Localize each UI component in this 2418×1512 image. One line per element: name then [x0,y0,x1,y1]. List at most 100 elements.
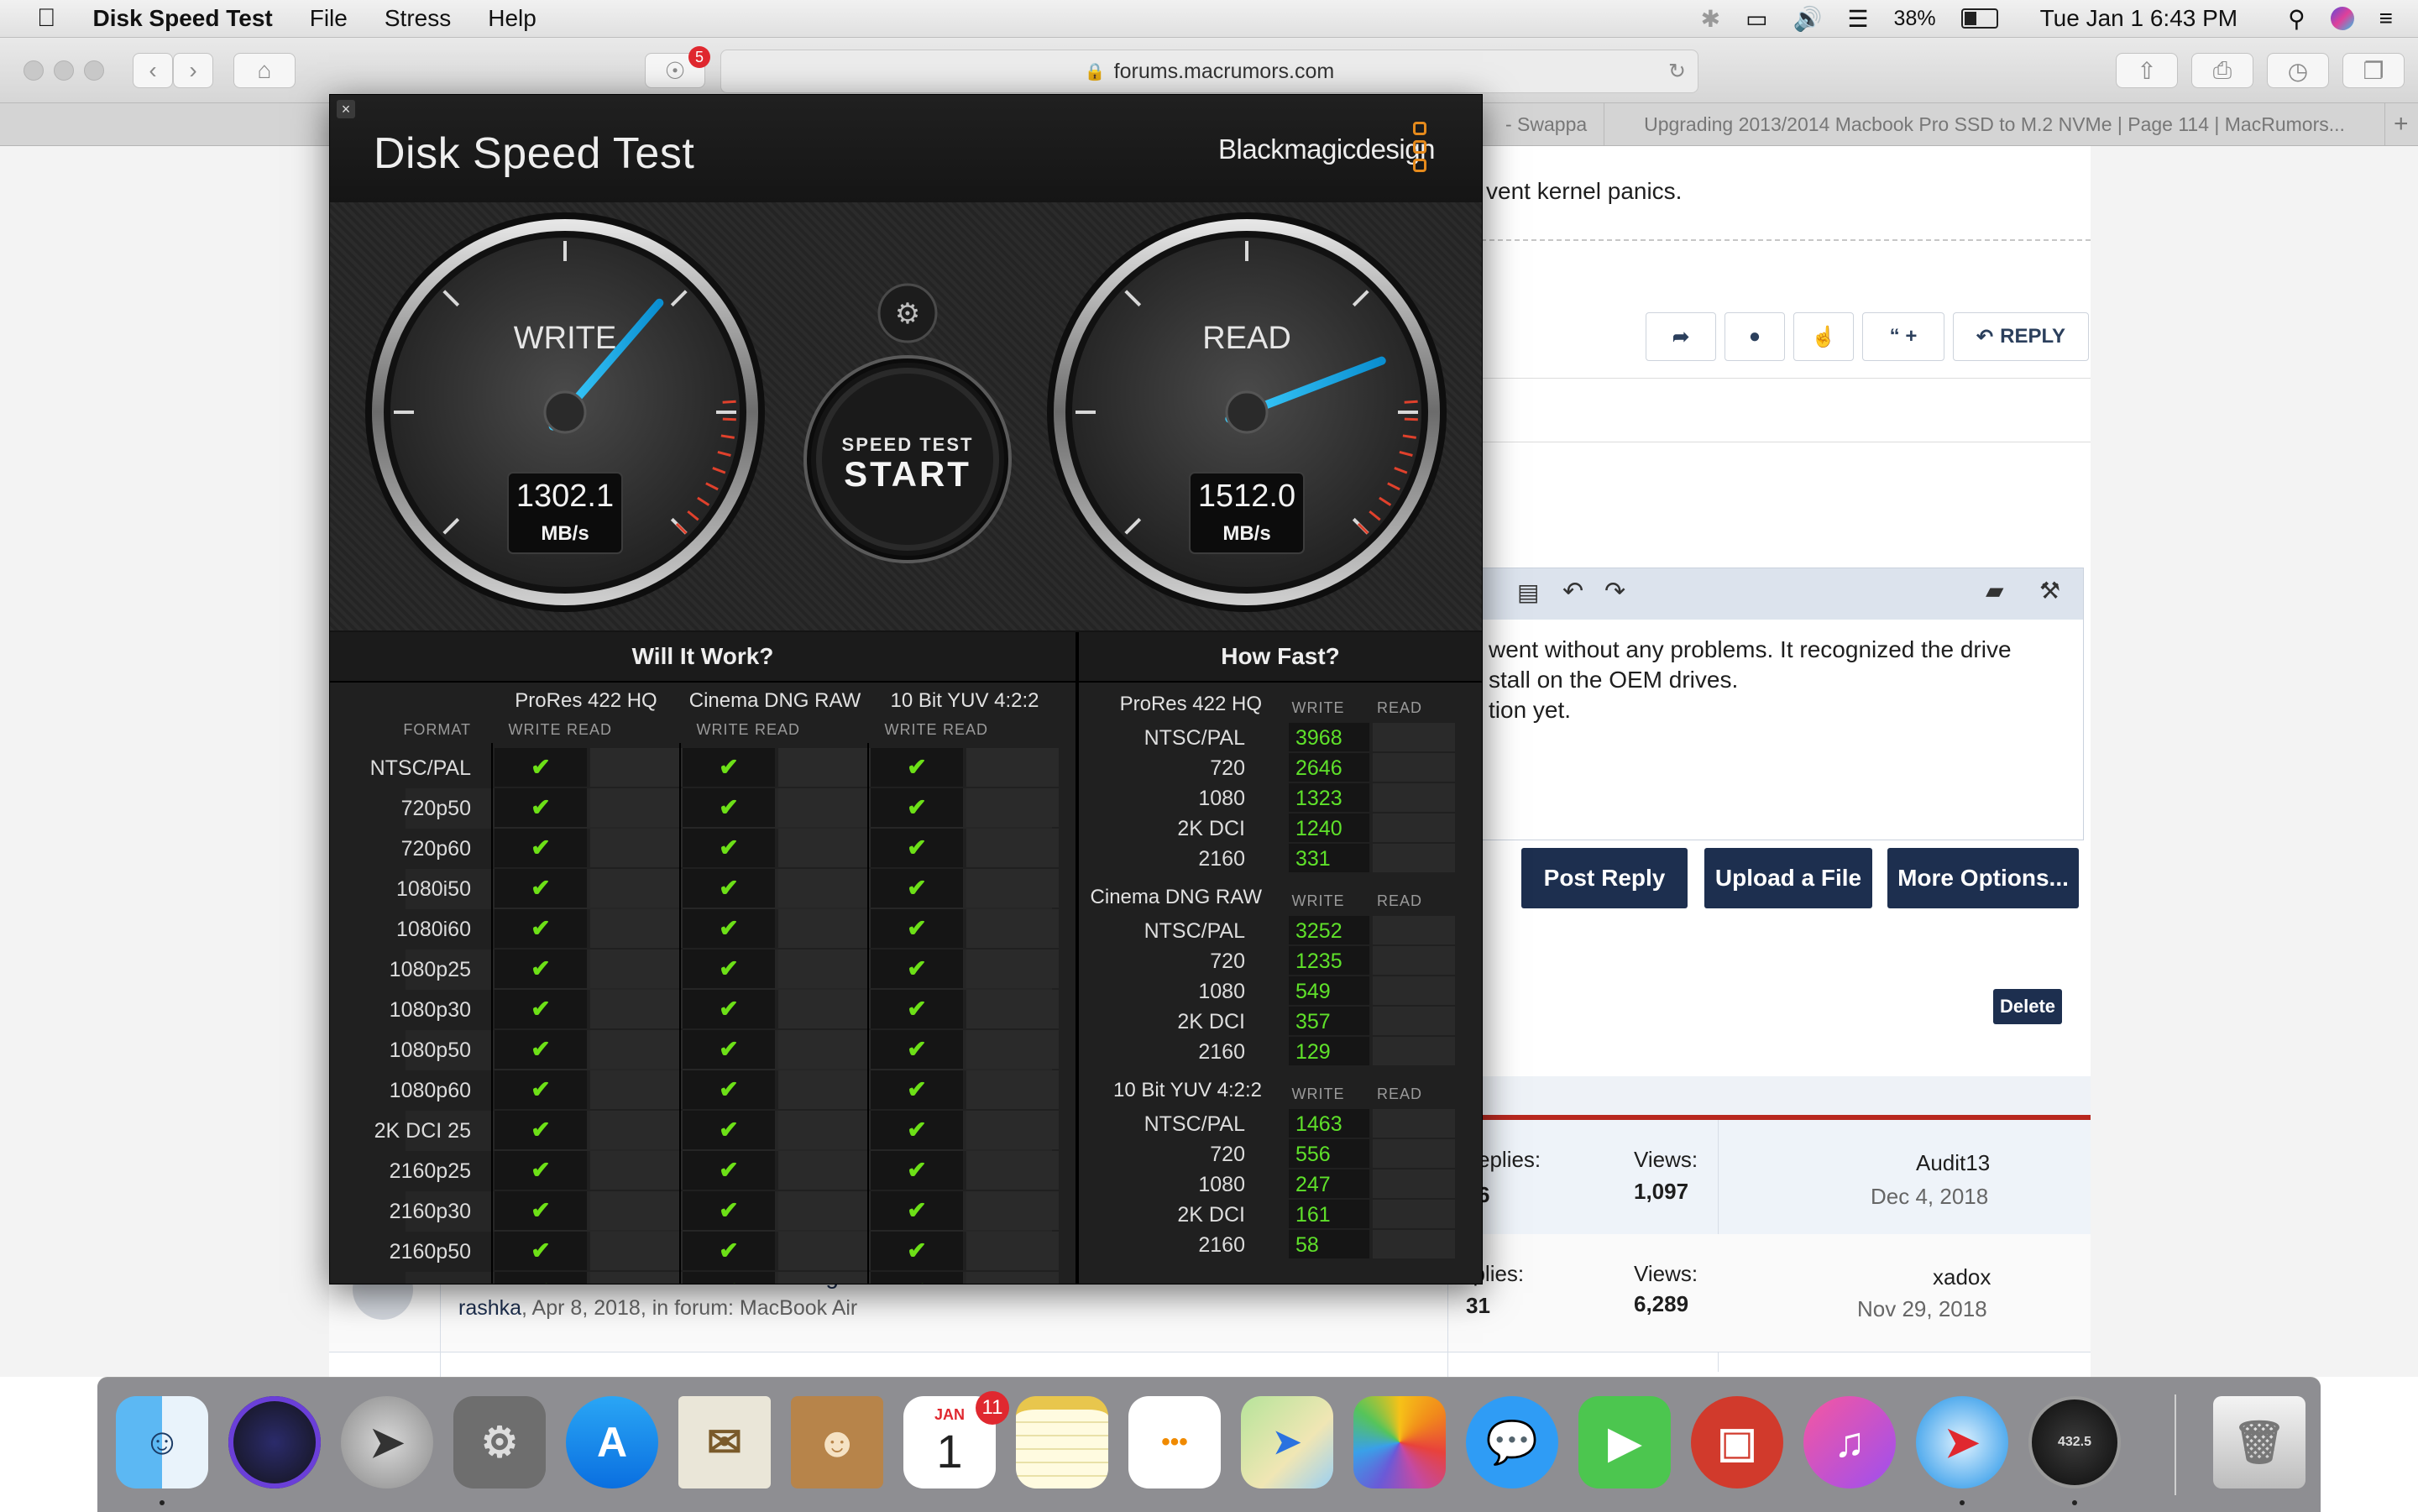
airplay-icon[interactable]: ▭ [1745,5,1767,33]
like-button[interactable]: ☝ [1793,312,1854,361]
spotlight-icon[interactable]: ⚲ [2288,5,2305,33]
share-post-button[interactable]: ➦ [1646,312,1716,361]
siri-icon[interactable] [228,1396,321,1488]
print-button[interactable]: ⎙ [2191,53,2253,88]
mail-icon[interactable]: ✉ [678,1396,771,1488]
photo-booth-icon[interactable]: ▣ [1691,1396,1783,1488]
menu-stress[interactable]: Stress [385,5,451,32]
read-cell [590,748,683,787]
start-button[interactable]: SPEED TEST START [803,355,1012,563]
battery-icon[interactable] [1960,8,1998,29]
app-store-icon[interactable]: A [566,1396,658,1488]
tab-macrumors[interactable]: Upgrading 2013/2014 Macbook Pro SSD to M… [1604,103,2384,145]
write-unit: MB/s [541,522,589,545]
new-tab-button[interactable]: + [2384,103,2418,145]
volume-icon[interactable]: 🔊 [1793,5,1823,33]
notification-center-icon[interactable]: ≡ [2379,5,2393,32]
post-text: vent kernel panics. [1486,178,1683,204]
checkmark-icon: ✔ [531,915,551,941]
read-cell [1373,946,1455,975]
back-button[interactable]: ‹ [133,53,173,88]
trash-icon[interactable]: 🗑 [2213,1396,2305,1488]
read-label: READ [1202,321,1291,356]
delete-button[interactable]: Delete [1993,989,2062,1024]
eraser-icon[interactable]: ▰ [1986,577,2004,604]
history-button[interactable]: ◷ [2267,53,2329,88]
disk-speed-test-icon[interactable]: 432.5 [2028,1396,2121,1488]
post-reply-button[interactable]: Post Reply [1521,848,1688,908]
read-cell [778,1111,871,1149]
system-preferences-icon[interactable]: ⚙ [453,1396,546,1488]
settings-button[interactable]: ⚙ [877,283,938,343]
launchpad-icon[interactable]: ➤ [341,1396,433,1488]
wifi-icon[interactable]: ☰ [1847,5,1868,33]
upload-file-button[interactable]: Upload a File [1704,848,1872,908]
editor-toolbar: ▤ ↶ ↷ ▰ ⚒ [1461,568,2084,621]
siri-menu-icon[interactable] [2330,7,2354,30]
maps-icon[interactable]: ➤ [1241,1396,1333,1488]
report-button[interactable]: ● [1725,312,1785,361]
facetime-icon[interactable]: ▶ [1578,1396,1671,1488]
save-draft-icon[interactable]: ▤ [1517,578,1539,606]
finder-icon[interactable]: ☺ [116,1396,208,1488]
thread-author[interactable]: rashka [458,1296,521,1320]
format-label: 1080p30 [389,998,471,1022]
address-bar[interactable]: 🔒 forums.macrumors.com ↻ [720,50,1698,93]
safari-icon[interactable]: ➤ [1916,1396,2008,1488]
gauges-svg: WRITE 1302.1 MB/s READ 1512.0 MB/s ⚙ SPE… [365,212,1447,612]
menu-file[interactable]: File [310,5,348,32]
thread-list-header [1481,1076,2091,1118]
contacts-icon[interactable]: ☻ [791,1396,883,1488]
bluetooth-icon[interactable]: ✱ [1701,5,1720,33]
more-options-button[interactable]: More Options... [1887,848,2079,908]
codec-cinema-dng: Cinema DNG RAW [688,689,861,712]
checkmark-icon: ✔ [531,875,551,901]
format-label: 1080p25 [389,958,471,981]
last-post-user[interactable]: Audit13 [1916,1150,1990,1176]
checkmark-icon: ✔ [907,955,927,981]
checkmark-icon: ✔ [907,834,927,861]
reminders-icon[interactable]: ••• [1128,1396,1221,1488]
close-window-button[interactable]: × [337,100,355,118]
battery-percent[interactable]: 38% [1894,7,1936,31]
zoom-window-button[interactable] [84,60,104,81]
read-cell [1373,1109,1455,1138]
app-menu[interactable]: Disk Speed Test [93,5,273,32]
close-window-button[interactable] [24,60,44,81]
undo-icon[interactable]: ↶ [1562,577,1583,606]
checkmark-icon: ✔ [719,754,739,780]
wrench-icon[interactable]: ⚒ [2039,577,2060,604]
checkmark-icon: ✔ [907,875,927,901]
window-title: Disk Speed Test [374,129,695,178]
minimize-window-button[interactable] [54,60,74,81]
redo-icon[interactable]: ↷ [1604,577,1625,606]
read-cell [778,1272,871,1284]
read-cell [778,1070,871,1109]
thread-row[interactable] [1481,1120,2091,1235]
itunes-icon[interactable]: ♫ [1803,1396,1896,1488]
format-column-header: FORMAT [403,721,471,738]
photos-icon[interactable] [1353,1396,1446,1488]
format-label: 2K DCI 25 [374,1119,471,1143]
multi-quote-button[interactable]: “ + [1862,312,1944,361]
clock[interactable]: Tue Jan 1 6:43 PM [2040,5,2238,32]
share-icon: ⇧ [2137,57,2157,84]
messages-icon[interactable]: 💬 [1466,1396,1558,1488]
read-cell [1373,753,1455,782]
apple-menu-icon[interactable]:  [37,4,56,33]
notes-icon[interactable] [1016,1396,1108,1488]
redline-tick [722,400,736,404]
home-button[interactable]: ⌂ [233,53,296,88]
last-post-user[interactable]: xadox [1933,1264,1991,1290]
write-speed-value: 1323 [1295,787,1342,810]
reload-icon[interactable]: ↻ [1668,59,1686,84]
format-label: 2K DCI [1177,1010,1245,1033]
menu-help[interactable]: Help [488,5,536,32]
forward-button[interactable]: › [173,53,213,88]
tab-swappa[interactable]: - Swappa [1479,103,1604,145]
read-cell [590,1111,683,1149]
reply-button[interactable]: ↶ REPLY [1953,312,2089,361]
share-button[interactable]: ⇧ [2116,53,2178,88]
tabs-overview-button[interactable]: ❐ [2342,53,2405,88]
message-editor[interactable]: went without any problems. It recognized… [1461,620,2084,840]
